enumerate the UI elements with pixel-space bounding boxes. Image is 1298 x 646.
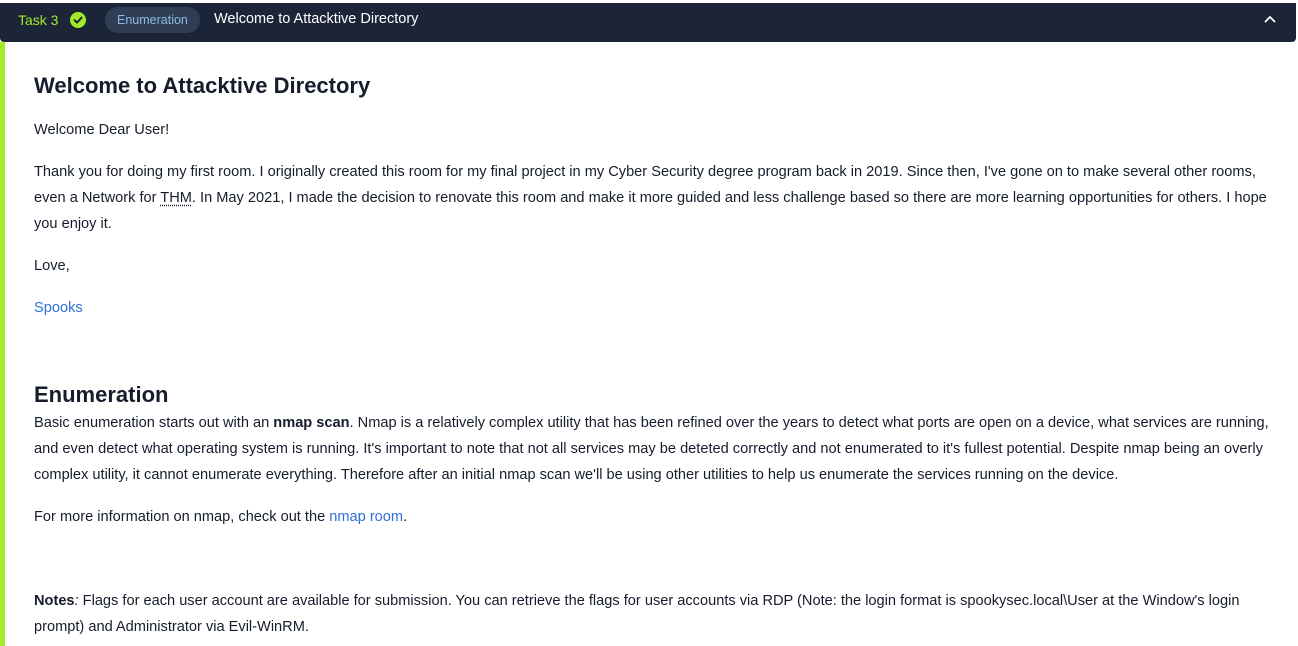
task-content: Welcome to Attacktive Directory Welcome … [0, 42, 1298, 646]
spooks-link[interactable]: Spooks [34, 300, 83, 316]
thm-abbreviation: THM [160, 190, 192, 206]
nmap-scan-bold: nmap scan [273, 415, 350, 431]
intro-paragraph: Thank you for doing my first room. I ori… [34, 159, 1269, 237]
enumeration-paragraph: Basic enumeration starts out with an nma… [34, 410, 1272, 488]
nmap-info-text: For more information on nmap, check out … [34, 509, 330, 525]
notes-paragraph: Notes: Flags for each user account are a… [34, 588, 1272, 640]
signature-paragraph: Spooks [34, 295, 83, 321]
nmap-room-link[interactable]: nmap room [329, 509, 403, 525]
enumeration-text-start: Basic enumeration starts out with an [34, 415, 274, 431]
love-paragraph: Love, [34, 258, 70, 274]
check-circle-icon [70, 12, 86, 28]
greeting-paragraph: Welcome Dear User! [34, 122, 170, 138]
intro-text-end: . In May 2021, I made the decision to re… [34, 190, 1267, 232]
task-header[interactable]: Task 3 Enumeration Welcome to Attacktive… [0, 0, 1296, 42]
notes-text: Flags for each user account are availabl… [34, 593, 1240, 635]
enumeration-heading: Enumeration [34, 382, 169, 407]
notes-label: Notes [34, 593, 75, 609]
welcome-heading: Welcome to Attacktive Directory [34, 73, 371, 98]
task-number-label: Task 3 [18, 12, 59, 28]
nmap-info-period: . [403, 509, 408, 525]
chevron-up-icon[interactable] [1264, 14, 1276, 24]
enumeration-tag-badge: Enumeration [105, 7, 200, 33]
task-title[interactable]: Welcome to Attacktive Directory [214, 9, 418, 29]
nmap-info-paragraph: For more information on nmap, check out … [34, 504, 407, 530]
